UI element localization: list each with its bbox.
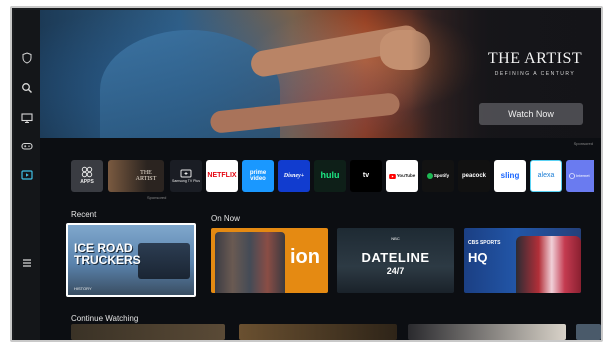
youtube-play-icon	[388, 173, 396, 179]
netflix-label: NETFLIX	[207, 172, 237, 180]
prime-video-label: prime video	[249, 169, 267, 182]
sponsored-label: Sponsored	[573, 141, 593, 146]
recent-card-title: ICE ROAD TRUCKERS	[74, 241, 141, 267]
on-now-card-cbs-sports-hq[interactable]: CBS SPORTS HQ	[464, 228, 581, 293]
on-now-section-title: On Now	[211, 214, 240, 223]
apps-grid-icon	[81, 167, 93, 178]
alexa-tile[interactable]: alexa	[530, 160, 562, 192]
continue-watching-card-4[interactable]	[576, 324, 601, 340]
cbs-hosts-image	[516, 236, 581, 293]
dateline-title: DATELINE	[361, 250, 430, 265]
netflix-tile[interactable]: NETFLIX	[206, 160, 238, 192]
the-artist-tile[interactable]: THE ARTIST	[108, 160, 164, 192]
nbc-network-label: NBC	[391, 236, 400, 241]
continue-watching-card-3[interactable]	[408, 324, 566, 340]
tv-plus-icon	[180, 169, 192, 178]
globe-icon	[569, 173, 575, 179]
continue-watching-card-1[interactable]	[71, 324, 225, 340]
continue-watching-section-title: Continue Watching	[71, 314, 139, 323]
sling-label: sling	[500, 170, 520, 180]
artist-sponsored-label: Sponsored	[147, 195, 167, 200]
hero-title: THE ARTIST	[487, 50, 583, 67]
apple-tv-tile[interactable]: tv	[350, 160, 382, 192]
hulu-tile[interactable]: hulu	[314, 160, 346, 192]
alexa-label: alexa	[537, 172, 555, 180]
apps-button[interactable]: APPS	[71, 160, 103, 192]
peacock-label: peacock	[461, 172, 486, 179]
youtube-label: YouTube	[396, 172, 416, 178]
hulu-label: hulu	[320, 170, 340, 181]
recent-card-ice-road-truckers[interactable]: ICE ROAD TRUCKERS HISTORY	[66, 223, 196, 297]
disney-plus-tile[interactable]: Disney+	[278, 160, 310, 192]
on-now-card-dateline[interactable]: NBC DATELINE 24/7	[337, 228, 454, 293]
media-icon[interactable]	[19, 167, 35, 183]
samsung-tv-plus-tile[interactable]: Samsung TV Plus	[170, 160, 202, 192]
apple-tv-label: tv	[362, 172, 370, 180]
ion-logo: ion	[290, 246, 320, 268]
shield-icon[interactable]	[19, 50, 35, 66]
menu-icon[interactable]	[19, 255, 35, 271]
ion-cast-image	[215, 232, 285, 293]
spotify-tile[interactable]: Spotify	[422, 160, 454, 192]
spotify-label: Spotify	[433, 172, 450, 178]
samsung-tv-plus-label: Samsung TV Plus	[172, 178, 200, 183]
hero-banner[interactable]: THE ARTIST DEFINING A CENTURY Watch Now	[40, 10, 601, 138]
dateline-subtitle: 24/7	[386, 266, 405, 276]
recent-section-title: Recent	[71, 210, 97, 219]
tv-screen: THE ARTIST DEFINING A CENTURY Watch Now …	[14, 10, 601, 340]
side-navigation	[14, 10, 40, 340]
spotify-icon	[426, 173, 433, 179]
on-now-card-ion[interactable]: ion	[211, 228, 328, 293]
truck-image	[138, 243, 190, 279]
internet-tile[interactable]: Internet	[566, 160, 594, 192]
gamepad-icon[interactable]	[19, 138, 35, 154]
continue-watching-card-2[interactable]	[239, 324, 397, 340]
prime-video-tile[interactable]: prime video	[242, 160, 274, 192]
monitor-icon[interactable]	[19, 110, 35, 126]
youtube-tile[interactable]: YouTube	[386, 160, 418, 192]
internet-label: Internet	[576, 172, 590, 178]
cbs-sports-label: CBS SPORTS	[468, 240, 501, 246]
watch-now-button[interactable]: Watch Now	[479, 103, 583, 125]
hero-subtitle: DEFINING A CENTURY	[494, 71, 576, 77]
apps-label: APPS	[80, 179, 94, 186]
search-icon[interactable]	[19, 80, 35, 96]
peacock-tile[interactable]: peacock	[458, 160, 490, 192]
disney-plus-label: Disney+	[283, 172, 305, 179]
the-artist-tile-label: THE ARTIST	[135, 169, 157, 182]
tv-frame: THE ARTIST DEFINING A CENTURY Watch Now …	[10, 6, 603, 342]
sling-tile[interactable]: sling	[494, 160, 526, 192]
history-channel-badge: HISTORY	[74, 286, 92, 291]
cbs-hq-label: HQ	[468, 250, 488, 265]
